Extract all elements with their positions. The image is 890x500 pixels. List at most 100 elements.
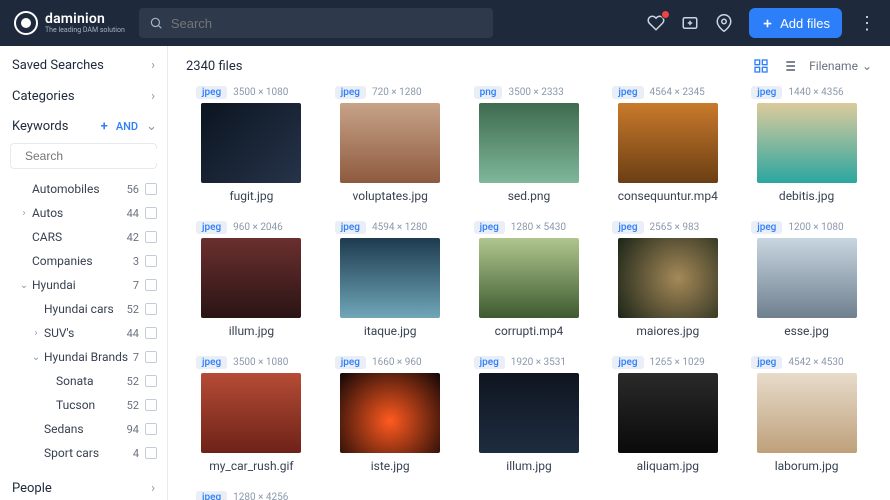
keyword-search-input[interactable]: [25, 149, 168, 163]
keyword-tree-row[interactable]: Sonata52: [8, 369, 157, 393]
import-icon[interactable]: [681, 14, 699, 32]
section-categories[interactable]: Categories ›: [0, 81, 167, 112]
keyword-tree-row[interactable]: Companies3: [8, 249, 157, 273]
file-name: aliquam.jpg: [602, 453, 733, 483]
thumbnail[interactable]: [340, 238, 440, 318]
keyword-tree-row[interactable]: ›SUV's44: [8, 321, 157, 345]
asset-card[interactable]: jpeg4594 × 1280itaque.jpg: [325, 217, 456, 348]
keyword-checkbox[interactable]: [145, 447, 157, 459]
keyword-tree-row[interactable]: CARS42: [8, 225, 157, 249]
keyword-label: Automobiles: [30, 182, 127, 196]
keyword-label: Tucson: [54, 398, 127, 412]
thumbnail[interactable]: [757, 373, 857, 453]
asset-card[interactable]: jpeg3500 × 1080fugit.jpg: [186, 82, 317, 213]
add-files-button[interactable]: Add files: [749, 8, 842, 38]
results-toolbar: 2340 files Filename ⌄: [168, 46, 890, 82]
thumbnail[interactable]: [618, 103, 718, 183]
tree-toggle-icon[interactable]: ⌄: [30, 352, 42, 363]
asset-card[interactable]: jpeg1265 × 1029aliquam.jpg: [602, 352, 733, 483]
keyword-tree-row[interactable]: Tucson52: [8, 393, 157, 417]
asset-card[interactable]: jpeg720 × 1280voluptates.jpg: [325, 82, 456, 213]
global-search[interactable]: [139, 8, 493, 38]
thumbnail[interactable]: [757, 103, 857, 183]
keyword-count: 52: [127, 399, 145, 412]
keyword-checkbox[interactable]: [145, 399, 157, 411]
asset-card[interactable]: jpeg3500 × 1080my_car_rush.gif: [186, 352, 317, 483]
keyword-tree-row[interactable]: ⌄Hyundai Brands7: [8, 345, 157, 369]
keyword-checkbox[interactable]: [145, 423, 157, 435]
keyword-search[interactable]: ×: [10, 143, 157, 169]
sort-dropdown[interactable]: Filename ⌄: [809, 59, 872, 73]
grid-view-icon[interactable]: [753, 58, 769, 74]
asset-card[interactable]: png3500 × 2333sed.png: [464, 82, 595, 213]
keyword-checkbox[interactable]: [145, 351, 157, 363]
asset-card[interactable]: jpeg1660 × 960iste.jpg: [325, 352, 456, 483]
keyword-count: 7: [133, 279, 145, 292]
tree-toggle-icon[interactable]: ⌄: [18, 280, 30, 291]
keyword-checkbox[interactable]: [145, 183, 157, 195]
thumbnail[interactable]: [479, 238, 579, 318]
asset-card[interactable]: jpeg1280 × 4256: [186, 487, 317, 500]
section-label: Categories: [12, 89, 75, 104]
favorites-icon[interactable]: [647, 14, 665, 32]
thumbnail[interactable]: [618, 373, 718, 453]
keyword-count: 44: [127, 327, 145, 340]
keyword-count: 42: [127, 231, 145, 244]
keyword-checkbox[interactable]: [145, 303, 157, 315]
thumbnail[interactable]: [201, 373, 301, 453]
asset-card[interactable]: jpeg1440 × 4356debitis.jpg: [741, 82, 872, 213]
keyword-label: Hyundai cars: [42, 302, 127, 316]
keyword-tree-row[interactable]: ›Autos44: [8, 201, 157, 225]
thumbnail[interactable]: [340, 373, 440, 453]
thumbnail[interactable]: [757, 238, 857, 318]
file-name: consequuntur.mp4: [602, 183, 733, 213]
thumbnail[interactable]: [340, 103, 440, 183]
chevron-down-icon[interactable]: ⌄: [146, 119, 157, 134]
keyword-checkbox[interactable]: [145, 207, 157, 219]
keyword-count: 52: [127, 375, 145, 388]
asset-card[interactable]: jpeg960 × 2046illum.jpg: [186, 217, 317, 348]
thumbnail[interactable]: [479, 373, 579, 453]
search-icon: [149, 16, 163, 30]
keyword-tree-row[interactable]: Sport cars4: [8, 441, 157, 465]
thumbnail[interactable]: [479, 103, 579, 183]
file-name: itaque.jpg: [325, 318, 456, 348]
asset-card[interactable]: jpeg2565 × 983maiores.jpg: [602, 217, 733, 348]
file-ext-badge: jpeg: [335, 86, 366, 99]
notification-badge: [661, 10, 670, 19]
thumbnail[interactable]: [201, 238, 301, 318]
asset-card[interactable]: jpeg4564 × 2345consequuntur.mp4: [602, 82, 733, 213]
more-menu-icon[interactable]: ⋮: [858, 13, 876, 34]
section-people[interactable]: People ›: [0, 473, 167, 500]
thumbnail[interactable]: [201, 103, 301, 183]
asset-card[interactable]: jpeg1200 × 1080esse.jpg: [741, 217, 872, 348]
thumbnail[interactable]: [618, 238, 718, 318]
file-dimensions: 4594 × 1280: [372, 222, 427, 233]
keyword-checkbox[interactable]: [145, 231, 157, 243]
tree-toggle-icon[interactable]: ›: [18, 208, 30, 219]
tree-toggle-icon[interactable]: ›: [30, 328, 42, 339]
chevron-right-icon: ›: [151, 89, 155, 104]
add-keyword-icon[interactable]: +: [101, 119, 108, 134]
file-name: corrupti.mp4: [464, 318, 595, 348]
keyword-tree-row[interactable]: ⌄Hyundai7: [8, 273, 157, 297]
keyword-count: 4: [133, 447, 145, 460]
brand-logo[interactable]: daminion The leading DAM solution: [14, 11, 125, 35]
keyword-tree-row[interactable]: Sedans94: [8, 417, 157, 441]
chevron-down-icon: ⌄: [862, 59, 872, 73]
keyword-checkbox[interactable]: [145, 327, 157, 339]
location-icon[interactable]: [715, 14, 733, 32]
keyword-checkbox[interactable]: [145, 279, 157, 291]
keyword-mode-toggle[interactable]: AND: [114, 120, 140, 133]
asset-card[interactable]: jpeg1280 × 5430corrupti.mp4: [464, 217, 595, 348]
global-search-input[interactable]: [171, 16, 483, 31]
list-view-icon[interactable]: [781, 58, 797, 74]
keyword-tree-row[interactable]: Automobiles56: [8, 177, 157, 201]
keyword-tree-row[interactable]: Hyundai cars52: [8, 297, 157, 321]
section-saved-searches[interactable]: Saved Searches ›: [0, 50, 167, 81]
keyword-checkbox[interactable]: [145, 255, 157, 267]
asset-card[interactable]: jpeg1920 × 3531illum.jpg: [464, 352, 595, 483]
asset-card[interactable]: jpeg4542 × 4530laborum.jpg: [741, 352, 872, 483]
file-name: laborum.jpg: [741, 453, 872, 483]
keyword-checkbox[interactable]: [145, 375, 157, 387]
